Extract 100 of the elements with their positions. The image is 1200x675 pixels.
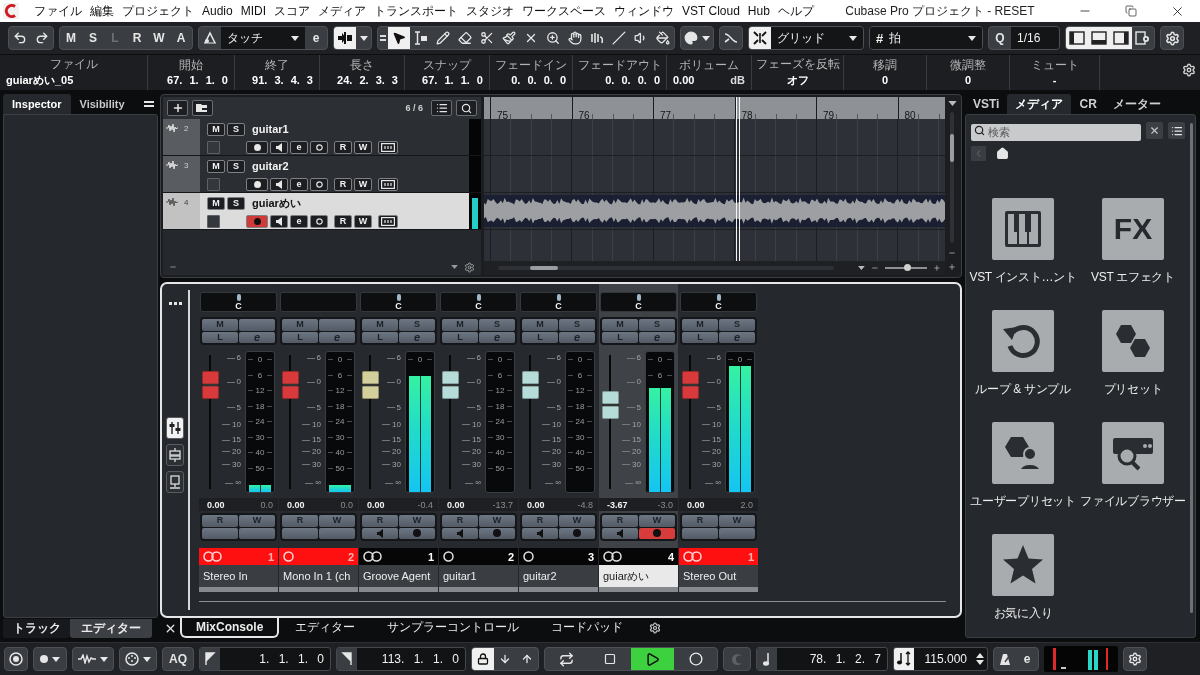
color-button[interactable]: [680, 26, 714, 50]
pan-display[interactable]: C: [440, 292, 517, 312]
solo-button[interactable]: S: [227, 159, 245, 173]
settings-icon[interactable]: [649, 622, 662, 634]
track-row[interactable]: 4 M S guiarめい e R W: [163, 193, 481, 230]
menu-item[interactable]: VST Cloud: [678, 4, 744, 18]
menu-item[interactable]: ファイル: [30, 2, 86, 20]
solo-button[interactable]: S: [227, 122, 245, 136]
click-settings-button[interactable]: e: [1016, 648, 1038, 670]
channel-strip[interactable]: C M S L e 6 0 5 10 15 20 30 ∞ 0 6 -3.67 -3.0 R W 4 guiarめい: [599, 284, 678, 592]
drag-mode-button[interactable]: [334, 27, 356, 49]
home-icon[interactable]: [996, 147, 1009, 160]
menu-item[interactable]: プロジェクト: [118, 2, 198, 20]
pan-display[interactable]: C: [520, 292, 597, 312]
volume-value[interactable]: 0.00: [287, 499, 305, 510]
zone-tab[interactable]: CR: [1071, 94, 1105, 114]
channel-name[interactable]: guiarめい: [599, 565, 678, 587]
record-mode-button[interactable]: [33, 647, 67, 671]
pan-display[interactable]: C: [680, 292, 757, 312]
menu-item[interactable]: トランスポート: [370, 2, 463, 20]
quantize-button[interactable]: Q: [989, 27, 1011, 49]
menu-item[interactable]: Audio: [198, 4, 237, 18]
zone-toggle-button[interactable]: [1110, 27, 1132, 49]
auto-scroll-button[interactable]: [719, 26, 743, 50]
media-tile[interactable]: VST インスト…ント: [969, 198, 1077, 286]
scrollbar-thumb[interactable]: [530, 266, 558, 270]
info-value[interactable]: 67. 1. 1. 0: [408, 74, 486, 86]
audio-mode-button[interactable]: [72, 647, 114, 671]
volume-value[interactable]: 0.00: [367, 499, 385, 510]
edit-button[interactable]: e: [290, 214, 308, 228]
info-value[interactable]: 0: [847, 74, 923, 86]
mute-button[interactable]: M: [207, 196, 225, 210]
track-visibility-button[interactable]: [431, 100, 452, 116]
zone-tab[interactable]: エディター: [279, 618, 372, 638]
state-button[interactable]: R: [126, 27, 148, 49]
menu-item[interactable]: ワークスペース: [518, 2, 611, 20]
menu-item[interactable]: Hub: [743, 4, 774, 18]
zone-tab[interactable]: VSTi: [965, 94, 1008, 114]
freeze-button[interactable]: [310, 214, 328, 228]
edit-button[interactable]: e: [290, 177, 308, 191]
channel-name[interactable]: guitar1: [439, 565, 518, 587]
zoom-slider-handle[interactable]: [904, 264, 912, 271]
up-down-arrows-icon[interactable]: [976, 653, 984, 665]
menu-item[interactable]: メディア: [314, 2, 371, 20]
search-field[interactable]: 検索: [971, 123, 1141, 141]
left-locator-field[interactable]: 1. 1. 1. 0: [199, 647, 331, 671]
write-button[interactable]: W: [354, 177, 372, 191]
right-locator-field[interactable]: 113. 1. 1. 0: [336, 647, 466, 671]
info-value[interactable]: オフ: [755, 72, 840, 88]
state-button[interactable]: W: [148, 27, 170, 49]
record-enable-button[interactable]: [246, 214, 268, 228]
freeze-button[interactable]: [310, 140, 328, 154]
media-tile[interactable]: ユーザープリセット: [970, 422, 1076, 510]
volume-value[interactable]: 0.00: [527, 499, 545, 510]
zone-tab[interactable]: エディター: [70, 619, 152, 638]
media-tile[interactable]: ループ & サンプル: [975, 310, 1071, 398]
pan-display[interactable]: C: [200, 292, 277, 312]
read-button[interactable]: R: [334, 140, 352, 154]
menu-item[interactable]: MIDI: [236, 4, 271, 18]
plus-icon[interactable]: [933, 264, 941, 272]
track-search-button[interactable]: [456, 100, 477, 116]
info-value[interactable]: 0. 0. 0. 0: [576, 74, 663, 86]
channel-name[interactable]: guitar2: [519, 565, 598, 587]
solo-button[interactable]: S: [227, 196, 245, 210]
read-button[interactable]: R: [334, 214, 352, 228]
info-value[interactable]: 91. 3. 4. 3: [238, 74, 316, 86]
list-view-button[interactable]: [1168, 122, 1185, 139]
record-enable-button[interactable]: [246, 140, 268, 154]
settings-icon[interactable]: [1182, 63, 1196, 77]
write-button[interactable]: W: [354, 214, 372, 228]
add-track-button[interactable]: [167, 100, 188, 116]
quantize-value[interactable]: 1/16: [1011, 27, 1059, 49]
menu-item[interactable]: スコア: [270, 2, 315, 20]
edit-button[interactable]: e: [290, 140, 308, 154]
track-row[interactable]: 2 M S guitar1 e R W: [163, 119, 481, 156]
state-button[interactable]: M: [60, 27, 82, 49]
track-row[interactable]: 3 M S guitar2 e R W: [163, 156, 481, 193]
state-button[interactable]: A: [170, 27, 192, 49]
view-button[interactable]: [166, 471, 184, 493]
view-button[interactable]: [166, 417, 184, 439]
tempo-field[interactable]: 115.000: [893, 647, 988, 671]
vertical-scrollbar[interactable]: [1190, 123, 1193, 613]
editor-button[interactable]: [378, 177, 398, 191]
volume-value[interactable]: 0.00: [447, 499, 465, 510]
pan-display[interactable]: C: [600, 292, 677, 312]
settings-button[interactable]: [1160, 26, 1184, 50]
media-tile[interactable]: FX VST エフェクト: [1091, 198, 1175, 286]
media-tile[interactable]: お気に入り: [992, 534, 1054, 622]
fader-handle[interactable]: [202, 370, 219, 399]
more-dots-icon[interactable]: [168, 302, 182, 305]
tool-button[interactable]: [388, 27, 410, 49]
clear-search-button[interactable]: [1146, 122, 1163, 139]
monitor-button[interactable]: [270, 140, 288, 154]
fader-handle[interactable]: [282, 370, 299, 399]
settings-icon[interactable]: [464, 261, 475, 273]
zone-tab[interactable]: Inspector: [3, 94, 71, 114]
timeline-ruler[interactable]: 75 76 77 78 79 80: [484, 97, 945, 119]
snap-mode-dropdown[interactable]: グリッド: [771, 27, 863, 49]
menu-item[interactable]: スタジオ: [462, 2, 519, 20]
channel-name[interactable]: Stereo Out: [679, 565, 758, 587]
